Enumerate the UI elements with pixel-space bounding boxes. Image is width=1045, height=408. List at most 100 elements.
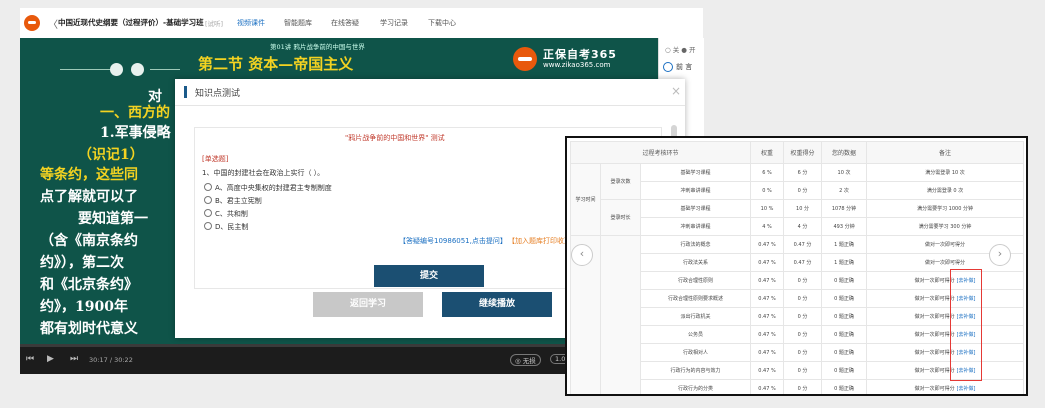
slide-line: 等条约，这些同: [40, 167, 138, 183]
item-cell: 派出行政机关: [639, 307, 752, 326]
option-label: B、君主立宪制: [215, 197, 262, 205]
ask-question-link[interactable]: 【答疑编号10986051,点击提问】: [399, 236, 507, 246]
note-text: 做对一次即可得分: [914, 368, 955, 374]
note-cell: 做对一次即可得分 [去补做]: [866, 343, 1025, 362]
download-icon[interactable]: [663, 62, 673, 72]
note-cell: 满分需要学习 300 分钟: [866, 217, 1025, 236]
data-cell: 2 次: [821, 181, 868, 200]
slide-line: 约》，1900年: [40, 299, 128, 315]
radio-icon[interactable]: [204, 209, 212, 217]
weight-cell: 4 %: [750, 217, 785, 236]
data-cell: 0 题正确: [821, 343, 868, 362]
return-study-button[interactable]: 返回学习: [313, 292, 423, 317]
tab-study-records[interactable]: 学习记录: [380, 18, 408, 28]
question-type: [单选题]: [202, 155, 229, 163]
score-cell: 4 分: [783, 217, 823, 236]
note-text: 做对一次即可得分: [925, 242, 966, 248]
weight-cell: 0.47 %: [750, 379, 785, 394]
data-cell: 493 分钟: [821, 217, 868, 236]
data-cell: 0 题正确: [821, 307, 868, 326]
note-text: 做对一次即可得分: [914, 314, 955, 320]
title-accent-bar: [184, 86, 187, 98]
weight-cell: 6 %: [750, 163, 785, 182]
question-text: 1、中国的封建社会在政治上实行（ ）。: [202, 169, 325, 177]
weight-cell: 0.47 %: [750, 325, 785, 344]
score-cell: 0 分: [783, 271, 823, 290]
weight-cell: 0.47 %: [750, 361, 785, 380]
weight-cell: 0.47 %: [750, 343, 785, 362]
slide-line: 点了解就可以了: [40, 189, 138, 205]
close-icon[interactable]: ×: [671, 84, 681, 98]
data-cell: 0 题正确: [821, 271, 868, 290]
score-cell: 0 分: [783, 343, 823, 362]
quiz-header: 知识点测试 ×: [175, 79, 685, 106]
brand-url: www.zikao365.com: [543, 61, 611, 69]
note-text: 满分需要学习 300 分钟: [918, 224, 972, 230]
back-button[interactable]: 〈: [48, 16, 58, 31]
slide-line: （含《南京条约: [40, 233, 138, 249]
option-label: C、共和制: [215, 210, 248, 218]
note-cell: 满分需要学习 1000 分钟: [866, 199, 1025, 218]
item-cell: 冲刺串讲课程: [639, 217, 752, 236]
score-cell: 0.47 分: [783, 235, 823, 254]
note-cell: 做对一次即可得分 [去补做]: [866, 307, 1025, 326]
weight-cell: 0.47 %: [750, 235, 785, 254]
note-text: 满分需登录 0 次: [926, 188, 964, 194]
note-text: 做对一次即可得分: [914, 350, 955, 356]
brand-name: 正保自考365: [543, 48, 617, 61]
skip-forward-icon[interactable]: ⏭: [70, 354, 78, 364]
time-display: 30:17 / 30:22: [89, 356, 133, 364]
toggle-switch[interactable]: ○ 关 ● 开: [665, 44, 696, 54]
item-cell: 冲刺串讲课程: [639, 181, 752, 200]
tab-video-courseware[interactable]: 视频课件: [237, 18, 265, 28]
radio-icon[interactable]: [204, 196, 212, 204]
play-icon[interactable]: ▶: [47, 354, 54, 364]
data-cell: 10 次: [821, 163, 868, 182]
highlight-box: [950, 269, 982, 381]
table-header-row: 过程考核环节 权重 权重得分 您的数据 备注: [569, 141, 1025, 164]
note-text: 满分需要学习 1000 分钟: [917, 206, 973, 212]
col-header: 过程考核环节: [569, 141, 752, 164]
skip-back-icon[interactable]: ⏮: [26, 354, 34, 364]
group-cell: 学习时间: [570, 163, 601, 236]
data-cell: 0 题正确: [821, 325, 868, 344]
quiz-heading: "鸦片战争前的中国和世界" 测试: [345, 134, 445, 142]
time-separator: /: [109, 356, 113, 364]
item-cell: 基础学习课程: [639, 163, 752, 182]
option-c[interactable]: C、共和制: [204, 209, 248, 219]
top-nav-bar: 〈 中国近现代史纲要（过程评价）-基础学习班 [试听] 视频课件 智能题库 在线…: [20, 8, 703, 38]
note-text: 做对一次即可得分: [925, 260, 966, 266]
radio-icon[interactable]: [204, 222, 212, 230]
item-cell: 行政合理性原则: [639, 271, 752, 290]
continue-play-button[interactable]: 继续播放: [442, 292, 552, 317]
score-cell: 10 分: [783, 199, 823, 218]
weight-cell: 0.47 %: [750, 271, 785, 290]
score-cell: 0.47 分: [783, 253, 823, 272]
prev-arrow-icon[interactable]: ‹: [571, 244, 593, 266]
course-title: 中国近现代史纲要（过程评价）-基础学习班: [58, 18, 204, 27]
slide-line: 1.军事侵略: [100, 125, 171, 141]
radio-icon[interactable]: [204, 183, 212, 191]
outline-item-preface[interactable]: 前 言: [676, 62, 692, 72]
redo-link[interactable]: [去补做]: [957, 386, 976, 392]
tab-online-qa[interactable]: 在线答疑: [331, 18, 359, 28]
tab-download-center[interactable]: 下载中心: [428, 18, 456, 28]
score-cell: 0 分: [783, 307, 823, 326]
next-arrow-icon[interactable]: ›: [989, 244, 1011, 266]
option-d[interactable]: D、民主制: [204, 222, 248, 232]
brand-watermark: 正保自考365 www.zikao365.com: [513, 46, 633, 72]
quality-toggle[interactable]: ◎ 无损: [510, 354, 541, 366]
note-text: 满分需登录 10 次: [925, 170, 965, 176]
weight-cell: 0.47 %: [750, 289, 785, 308]
option-b[interactable]: B、君主立宪制: [204, 196, 262, 206]
subgroup-cell: 登录次数: [600, 163, 641, 200]
item-cell: 公务员: [639, 325, 752, 344]
tab-question-bank[interactable]: 智能题库: [284, 18, 312, 28]
submit-button[interactable]: 提交: [374, 265, 484, 287]
subgroup-cell: [600, 235, 641, 394]
table-row: 学习时间 登录次数 基础学习课程 6 % 6 分 10 次满分需登录 10 次: [570, 163, 1025, 236]
table-row: 行政法的概念 0.47 % 0.47 分1 题正确 做对一次即可得分: [570, 235, 1025, 394]
quiz-title: 知识点测试: [195, 89, 241, 99]
option-a[interactable]: A、高度中央集权的封建君主专制制度: [204, 183, 332, 193]
add-to-bank-link[interactable]: 【加入题库打印收】: [508, 236, 571, 246]
